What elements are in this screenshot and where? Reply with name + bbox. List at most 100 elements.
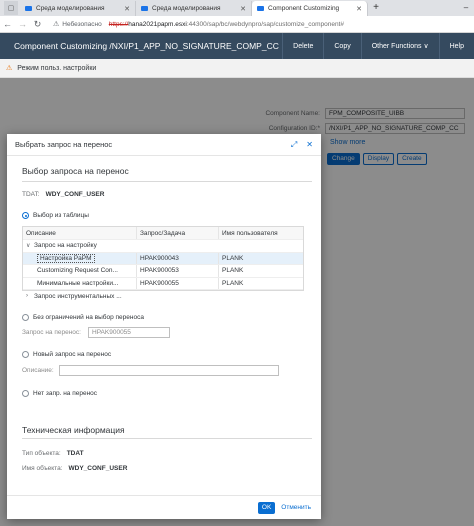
browser-menu-icon[interactable]: ▢: [4, 1, 18, 15]
radio-no-limit[interactable]: Без ограничений на выбор переноса: [22, 314, 144, 321]
cell-request: HPAK900055: [137, 277, 219, 289]
dialog-footer: OK Отменить: [7, 495, 321, 519]
help-button[interactable]: Help: [438, 33, 474, 59]
back-icon[interactable]: ←: [0, 19, 15, 29]
tree-group-cell: › Запрос инструментальных ...: [23, 290, 122, 303]
column-header-description[interactable]: Описание: [23, 227, 137, 239]
resize-icon[interactable]: ⤢: [291, 140, 297, 150]
close-icon[interactable]: ✕: [306, 140, 313, 149]
description-label: Описание:: [22, 367, 54, 374]
section-title: Выбор запроса на перенос: [22, 166, 129, 176]
ok-button[interactable]: OK: [257, 501, 276, 514]
cell-user: PLANK: [222, 279, 244, 287]
browser-tab-2[interactable]: Среда моделирования ✕: [136, 1, 252, 16]
chevron-down-icon[interactable]: ∨: [26, 242, 34, 249]
cell-description: Customizing Request Con...: [23, 265, 137, 277]
object-type-value: TDAT: [66, 450, 84, 457]
tree-group-label: Запрос инструментальных ...: [34, 292, 122, 300]
header-menu: Delete Copy Other Functions ∨ Help: [282, 33, 474, 59]
dialog-header: Выбрать запрос на перенос ⤢ ✕: [7, 134, 321, 156]
radio-unselected-icon: [22, 351, 29, 358]
radio-label: Нет запр. на перенос: [33, 390, 98, 397]
object-name-info: Имя объекта: WDY_CONF_USER: [22, 465, 127, 472]
sap-favicon-icon: [141, 6, 148, 11]
browser-tab-label: Среда моделирования: [152, 5, 221, 12]
security-warning-label: Небезопасно: [62, 20, 102, 28]
column-header-request[interactable]: Запрос/Задача: [137, 227, 219, 239]
tree-group-label: Запрос на настройку: [34, 242, 97, 250]
warning-icon: ⚠: [6, 65, 13, 72]
sap-favicon-icon: [257, 6, 264, 11]
delete-button[interactable]: Delete: [282, 33, 323, 59]
url-field[interactable]: https://hana2021papm.esxi:44300/sap/bc/w…: [109, 21, 344, 28]
tdat-info: TDAT: WDY_CONF_USER: [22, 191, 104, 198]
cell-description: Минимальные настройки...: [23, 277, 137, 289]
object-type-label: Тип объекта:: [22, 450, 61, 457]
transport-request-input[interactable]: HPAK900055: [88, 327, 170, 338]
cell-request: HPAK900053: [137, 265, 219, 277]
dialog-title: Выбрать запрос на перенос: [15, 140, 113, 149]
column-header-user[interactable]: Имя пользователя: [219, 227, 303, 239]
table-header: Описание Запрос/Задача Имя пользователя: [23, 227, 303, 240]
radio-no-request[interactable]: Нет запр. на перенос: [22, 390, 97, 397]
tdat-label: TDAT:: [22, 191, 40, 198]
description-input[interactable]: [59, 365, 279, 376]
browser-tab-3[interactable]: Component Customizing ✕: [252, 1, 368, 16]
url-protocol: https://: [108, 20, 129, 28]
url-host: hana2021papm.esxi: [128, 20, 187, 28]
radio-from-table[interactable]: Выбор из таблицы: [22, 212, 89, 219]
object-name-value: WDY_CONF_USER: [68, 465, 128, 472]
section-divider: [22, 438, 312, 439]
radio-unselected-icon: [22, 314, 29, 321]
radio-new-request[interactable]: Новый запрос на перенос: [22, 351, 111, 358]
warning-icon: ⚠: [53, 21, 60, 28]
tech-info-title: Техническая информация: [22, 425, 125, 435]
table-cell: Настройка PaPM: [23, 252, 137, 264]
message-bar: ⚠ Режим польз. настройки: [0, 59, 474, 78]
browser-tab-label: Среда моделирования: [36, 5, 105, 12]
transport-dialog: Выбрать запрос на перенос ⤢ ✕ Выбор запр…: [7, 134, 321, 519]
radio-selected-icon: [22, 212, 29, 219]
radio-label: Новый запрос на перенос: [33, 351, 112, 358]
minimize-icon[interactable]: –: [458, 1, 474, 16]
radio-label: Выбор из таблицы: [33, 212, 89, 219]
browser-tab-label: Component Customizing: [268, 5, 340, 12]
radio-unselected-icon: [22, 390, 29, 397]
radio-label: Без ограничений на выбор переноса: [33, 314, 144, 321]
new-tab-icon[interactable]: +: [368, 1, 384, 16]
url-path: :44300/sap/bc/webdynpro/sap/customize_co…: [186, 20, 345, 28]
cell-description: Настройка PaPM: [37, 253, 95, 263]
object-name-label: Имя объекта:: [22, 465, 63, 472]
object-type-info: Тип объекта: TDAT: [22, 450, 84, 457]
address-bar: ← → ↻ ⚠ Небезопасно https://hana2021papm…: [0, 16, 474, 33]
other-functions-menu[interactable]: Other Functions ∨: [360, 33, 439, 59]
table-row[interactable]: Настройка PaPM HPAK900043 PLANK: [23, 252, 303, 265]
cell-user: PLANK: [222, 267, 244, 275]
page-title: Component Customizing /NXI/P1_APP_NO_SIG…: [14, 41, 279, 51]
app-header: Component Customizing /NXI/P1_APP_NO_SIG…: [0, 33, 474, 59]
chevron-right-icon[interactable]: ›: [26, 293, 34, 299]
close-icon[interactable]: ✕: [124, 5, 130, 13]
browser-tab-bar: ▢ Среда моделирования ✕ Среда моделирова…: [0, 0, 474, 16]
close-icon[interactable]: ✕: [356, 5, 362, 13]
transport-request-label: Запрос на перенос:: [22, 329, 81, 336]
message-text: Режим польз. настройки: [17, 64, 97, 72]
table-row[interactable]: Customizing Request Con... HPAK900053 PL…: [23, 265, 303, 278]
section-divider: [22, 181, 312, 182]
browser-tab-1[interactable]: Среда моделирования ✕: [20, 1, 136, 16]
cell-user: PLANK: [222, 254, 244, 262]
close-icon[interactable]: ✕: [240, 5, 246, 13]
security-warning[interactable]: ⚠ Небезопасно: [53, 20, 102, 29]
tree-group-row[interactable]: › Запрос инструментальных ...: [23, 290, 303, 303]
reload-icon[interactable]: ↻: [30, 19, 45, 30]
cell-request: HPAK900043: [137, 252, 219, 264]
tree-group-cell: ∨ Запрос на настройку: [23, 240, 97, 252]
transport-table: Описание Запрос/Задача Имя пользователя …: [22, 226, 304, 300]
copy-button[interactable]: Copy: [323, 33, 360, 59]
table-row[interactable]: Минимальные настройки... HPAK900055 PLAN…: [23, 277, 303, 290]
cancel-button[interactable]: Отменить: [281, 504, 311, 511]
tree-group-row[interactable]: ∨ Запрос на настройку: [23, 240, 303, 253]
forward-icon[interactable]: →: [15, 19, 30, 29]
tdat-value: WDY_CONF_USER: [45, 191, 105, 198]
sap-favicon-icon: [25, 6, 32, 11]
